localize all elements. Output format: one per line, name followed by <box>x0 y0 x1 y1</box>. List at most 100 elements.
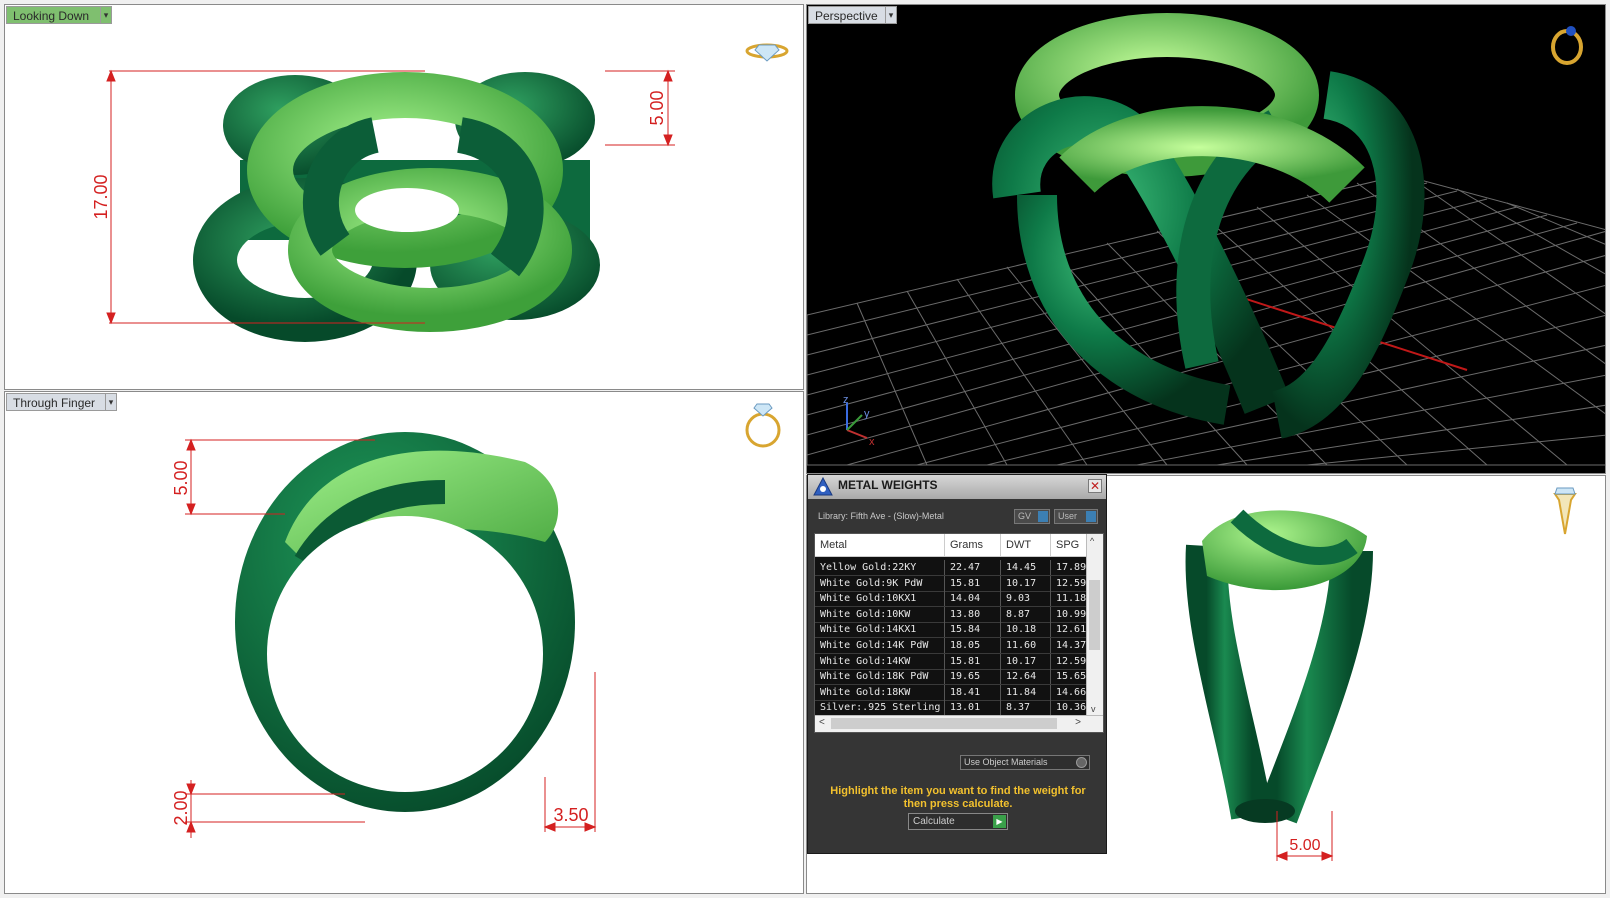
table-cell-dwt: 12.64 <box>1001 669 1051 685</box>
ring-view-side-icon[interactable] <box>1553 487 1577 535</box>
viewport-menu-arrow[interactable]: ▾ <box>100 6 112 24</box>
use-object-materials-label: Use Object Materials <box>964 757 1048 767</box>
dim-bottom-label: 5.00 <box>1289 837 1320 854</box>
vertical-scrollbar[interactable]: ^ v <box>1086 534 1103 716</box>
table-cell-grams: 13.01 <box>945 700 1001 716</box>
gv-toggle-knob-icon <box>1038 511 1048 522</box>
dim-vertical-label: 17.00 <box>91 174 111 219</box>
metal-weights-titlebar[interactable]: METAL WEIGHTS ✕ <box>808 475 1106 499</box>
viewport-label-perspective[interactable]: Perspective <box>808 6 886 24</box>
gv-label: GV <box>1018 511 1032 521</box>
metal-weights-table[interactable]: Metal Grams DWT SPG Yellow Gold:22KY 22.4… <box>814 533 1104 733</box>
dim-small-label: 5.00 <box>647 90 667 125</box>
viewport-label-through-finger[interactable]: Through Finger <box>6 393 106 411</box>
table-cell-metal: White Gold:18KW <box>815 684 945 700</box>
table-cell-metal: Yellow Gold:22KY <box>815 560 945 575</box>
scroll-down-icon[interactable]: v <box>1091 704 1096 714</box>
table-cell-spg: 15.65 <box>1051 669 1087 685</box>
table-cell-metal: White Gold:10KW <box>815 606 945 622</box>
table-cell-grams: 14.04 <box>945 591 1001 607</box>
table-cell-grams: 15.81 <box>945 575 1001 591</box>
ring-view-top-icon[interactable] <box>745 43 789 62</box>
table-cell-spg: 14.66 <box>1051 684 1087 700</box>
table-row[interactable]: Silver:.925 Sterling 13.01 8.37 10.36 <box>815 700 1087 717</box>
table-cell-dwt: 14.45 <box>1001 560 1051 575</box>
scroll-left-icon[interactable]: < <box>819 717 825 728</box>
horizontal-scroll-thumb[interactable] <box>831 718 1057 729</box>
table-cell-dwt: 8.87 <box>1001 606 1051 622</box>
table-cell-spg: 17.89 <box>1051 560 1087 575</box>
viewport-looking-down[interactable]: 17.00 5.00 Looking Down ▾ <box>4 4 804 390</box>
user-toggle[interactable]: User <box>1054 509 1098 524</box>
play-icon: ▶ <box>993 815 1006 828</box>
table-cell-dwt: 11.60 <box>1001 638 1051 653</box>
close-icon[interactable]: ✕ <box>1088 479 1102 493</box>
table-cell-grams: 18.05 <box>945 638 1001 653</box>
table-cell-grams: 13.80 <box>945 606 1001 622</box>
horizontal-scrollbar[interactable]: < > <box>815 715 1103 732</box>
table-cell-spg: 10.99 <box>1051 606 1087 622</box>
table-row[interactable]: Yellow Gold:22KY 22.47 14.45 17.89 <box>815 560 1087 576</box>
table-cell-metal: Silver:.925 Sterling <box>815 700 945 716</box>
scroll-up-icon[interactable]: ^ <box>1090 536 1094 546</box>
calculate-button[interactable]: Calculate ▶ <box>908 813 1008 830</box>
table-row[interactable]: White Gold:10KX1 14.04 9.03 11.18 <box>815 591 1087 608</box>
table-cell-spg: 10.36 <box>1051 700 1087 716</box>
vertical-scroll-thumb[interactable] <box>1089 580 1100 650</box>
toggle-icon <box>1076 757 1087 768</box>
table-row[interactable]: White Gold:18KW 18.41 11.84 14.66 <box>815 684 1087 701</box>
table-cell-dwt: 10.17 <box>1001 575 1051 591</box>
hint-text: Highlight the item you want to find the … <box>830 785 1086 810</box>
table-cell-dwt: 8.37 <box>1001 700 1051 716</box>
viewport-through-finger[interactable]: 5.00 2.00 3.50 Through Finger ▾ <box>4 391 804 894</box>
table-cell-dwt: 10.17 <box>1001 653 1051 669</box>
column-header-spg[interactable]: SPG <box>1051 534 1087 556</box>
metal-weights-title: METAL WEIGHTS <box>838 478 938 492</box>
viewport-menu-arrow[interactable]: ▾ <box>105 393 117 411</box>
table-header: Metal Grams DWT SPG <box>815 534 1087 557</box>
axis-y-label: y <box>864 408 870 420</box>
viewport-label-looking-down[interactable]: Looking Down <box>6 6 101 24</box>
ring-view-front-icon[interactable] <box>745 403 781 448</box>
table-cell-spg: 12.59 <box>1051 575 1087 591</box>
table-row[interactable]: White Gold:14K PdW 18.05 11.60 14.37 <box>815 638 1087 654</box>
viewport-perspective[interactable]: z y x Perspective ▾ <box>806 4 1606 474</box>
table-cell-metal: White Gold:14KW <box>815 653 945 669</box>
perspective-ring-render: z y x <box>807 13 1605 466</box>
table-cell-grams: 22.47 <box>945 560 1001 575</box>
table-cell-metal: White Gold:14KX1 <box>815 622 945 638</box>
table-cell-grams: 15.84 <box>945 622 1001 638</box>
table-cell-metal: White Gold:18K PdW <box>815 669 945 685</box>
user-label: User <box>1058 511 1078 521</box>
table-row[interactable]: White Gold:10KW 13.80 8.87 10.99 <box>815 606 1087 623</box>
dim-top-label: 5.00 <box>171 460 191 495</box>
table-cell-grams: 19.65 <box>945 669 1001 685</box>
table-row[interactable]: White Gold:9K PdW 15.81 10.17 12.59 <box>815 575 1087 592</box>
looking-down-ring-render: 17.00 5.00 <box>91 43 789 342</box>
table-row[interactable]: White Gold:14KX1 15.84 10.18 12.61 <box>815 622 1087 639</box>
table-cell-metal: White Gold:10KX1 <box>815 591 945 607</box>
calculate-label: Calculate <box>913 816 955 827</box>
user-toggle-knob-icon <box>1086 511 1096 522</box>
axis-z-label: z <box>843 394 849 406</box>
table-cell-grams: 18.41 <box>945 684 1001 700</box>
dim-right-label: 3.50 <box>553 805 588 825</box>
table-cell-metal: White Gold:9K PdW <box>815 575 945 591</box>
table-cell-metal: White Gold:14K PdW <box>815 638 945 653</box>
dim-bottom-label: 2.00 <box>171 790 191 825</box>
metal-weights-logo-icon <box>813 476 833 496</box>
through-finger-ring-render: 5.00 2.00 3.50 <box>171 403 781 838</box>
column-header-dwt[interactable]: DWT <box>1001 534 1051 556</box>
table-cell-dwt: 11.84 <box>1001 684 1051 700</box>
column-header-metal[interactable]: Metal <box>815 534 945 556</box>
axis-x-label: x <box>869 436 875 448</box>
table-row[interactable]: White Gold:18K PdW 19.65 12.64 15.65 <box>815 669 1087 686</box>
viewport-menu-arrow[interactable]: ▾ <box>885 6 897 24</box>
table-cell-grams: 15.81 <box>945 653 1001 669</box>
scroll-right-icon[interactable]: > <box>1075 717 1081 728</box>
table-row[interactable]: White Gold:14KW 15.81 10.17 12.59 <box>815 653 1087 670</box>
column-header-grams[interactable]: Grams <box>945 534 1001 556</box>
use-object-materials-toggle[interactable]: Use Object Materials <box>960 755 1090 770</box>
gv-toggle[interactable]: GV <box>1014 509 1050 524</box>
ring-view-perspective-icon[interactable] <box>1551 26 1583 65</box>
